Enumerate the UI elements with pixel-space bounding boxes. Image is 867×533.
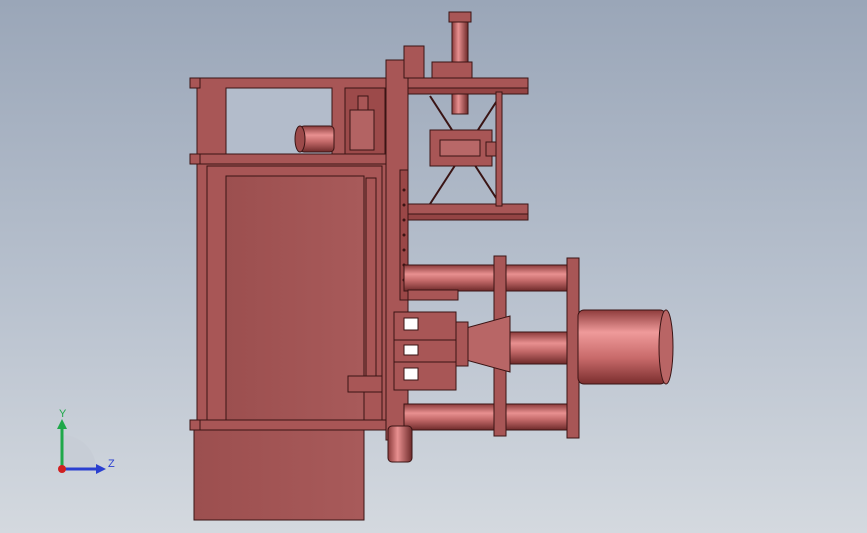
foot-bolt [189, 153, 201, 165]
side-bracket [407, 289, 459, 301]
x-axis-origin-icon [58, 465, 66, 473]
door-panel [225, 175, 365, 421]
coordinate-triad: Y Z [57, 408, 115, 474]
top-gantry-beam-2 [407, 87, 529, 95]
main-motor [577, 309, 667, 385]
gearbox-window [403, 367, 419, 381]
slide-assembly-inner [439, 139, 481, 157]
foot-bolt [189, 77, 201, 89]
gearbox [393, 361, 457, 391]
foot-bolt [189, 419, 201, 431]
machine-assembly-model[interactable] [0, 0, 867, 533]
guide-plate [566, 257, 580, 439]
gantry-clamp [431, 61, 473, 79]
lower-gantry-beam-2 [407, 213, 529, 221]
lower-guide-cylinder [403, 403, 575, 431]
center-cylinder [501, 331, 575, 365]
small-motor-cap [294, 125, 306, 153]
frame-crossbar-top [196, 153, 388, 165]
main-motor-end [658, 309, 674, 385]
gearbox-window [403, 317, 419, 331]
cad-viewport[interactable]: Y Z [0, 0, 867, 533]
top-air-cylinder-cap [448, 11, 472, 23]
door-hinge-bar [365, 177, 377, 389]
gantry-clamp [403, 45, 425, 79]
slide-knob [485, 141, 497, 157]
y-axis-arrow [57, 419, 67, 429]
z-axis-label: Z [108, 458, 115, 470]
bay-block [357, 95, 369, 111]
frame-crossbar-bottom [196, 419, 388, 431]
clamp-block [347, 375, 383, 393]
top-gantry-beam [407, 77, 529, 89]
z-axis-arrow [96, 464, 106, 474]
bottom-drop-cylinder [387, 425, 413, 463]
upper-guide-cylinder [403, 264, 575, 292]
triad-quadrant [62, 435, 96, 469]
gearbox [393, 339, 457, 363]
nozzle-cone [465, 315, 511, 373]
y-axis-label: Y [59, 408, 67, 420]
gantry-post [495, 91, 503, 207]
lower-cabinet [193, 425, 365, 521]
gearbox-window [403, 344, 419, 356]
bay-block [349, 109, 375, 151]
gearbox [393, 311, 457, 341]
lower-gantry-beam [407, 203, 529, 215]
